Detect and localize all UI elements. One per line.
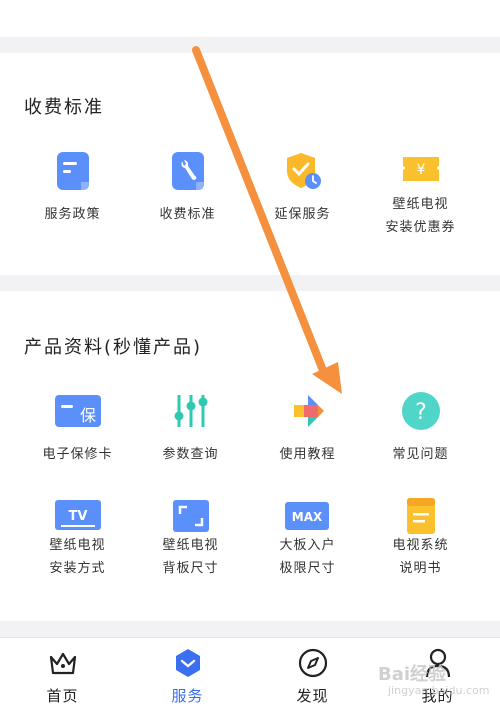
- svg-text:?: ?: [415, 400, 427, 425]
- max-size-icon: MAX: [285, 502, 329, 530]
- tutorial-icon: [294, 395, 324, 427]
- backplate-size-label: 壁纸电视 背板尺寸: [162, 538, 219, 576]
- watermark-logo: Bai经验: [378, 664, 447, 685]
- extended-warranty-label: 延保服务: [274, 207, 331, 222]
- product-section-card: 产品资料(秒懂产品) 保 电子保修卡 参数查询 使用教程 ? 常见问题 TV 壁…: [0, 291, 500, 621]
- wrench-icon: [172, 152, 204, 190]
- tab-service-label: 服务: [171, 687, 204, 705]
- tutorial-label: 使用教程: [279, 447, 336, 462]
- service-hex-icon: [176, 649, 200, 677]
- install-coupon-label: 壁纸电视 安装优惠券: [385, 197, 456, 235]
- compass-icon: [298, 648, 328, 678]
- shield-clock-icon: [287, 153, 321, 189]
- service-policy-label: 服务政策: [44, 207, 101, 222]
- tab-home-label: 首页: [46, 687, 79, 705]
- fee-section-card: 收费标准 服务政策 收费标准 延保服务 ¥ 壁纸电视 安装优惠券: [0, 53, 500, 275]
- crown-icon: [49, 652, 77, 675]
- warranty-card-label: 电子保修卡: [42, 447, 113, 462]
- product-section-title: 产品资料(秒懂产品): [24, 337, 203, 358]
- svg-text:¥: ¥: [417, 162, 426, 178]
- tab-service[interactable]: 服务: [125, 638, 250, 713]
- fee-section-title: 收费标准: [24, 97, 104, 118]
- tab-discover[interactable]: 发现: [250, 638, 375, 713]
- tab-home[interactable]: 首页: [0, 638, 125, 713]
- document-icon: [57, 152, 89, 190]
- svg-text:TV: TV: [69, 509, 88, 524]
- top-band: [0, 0, 500, 37]
- tv-icon: TV: [55, 500, 101, 530]
- max-size-label: 大板入户 极限尺寸: [279, 538, 336, 576]
- frame-size-icon: [173, 500, 209, 532]
- svg-text:MAX: MAX: [292, 510, 323, 524]
- manual-icon: [407, 498, 435, 534]
- tab-discover-label: 发现: [296, 687, 329, 705]
- faq-label: 常见问题: [392, 447, 449, 462]
- svg-text:保: 保: [80, 406, 96, 425]
- yen-coupon-icon: ¥: [403, 157, 439, 181]
- fee-standard-label: 收费标准: [159, 207, 216, 222]
- system-manual-label: 电视系统 说明书: [392, 538, 449, 576]
- param-query-label: 参数查询: [162, 447, 219, 462]
- question-icon: ?: [402, 392, 440, 430]
- watermark-url: jingyan.baidu.com: [388, 684, 490, 697]
- tv-install-method-label: 壁纸电视 安装方式: [49, 538, 106, 576]
- sliders-icon: [174, 395, 208, 427]
- warranty-card-icon: 保: [55, 395, 101, 427]
